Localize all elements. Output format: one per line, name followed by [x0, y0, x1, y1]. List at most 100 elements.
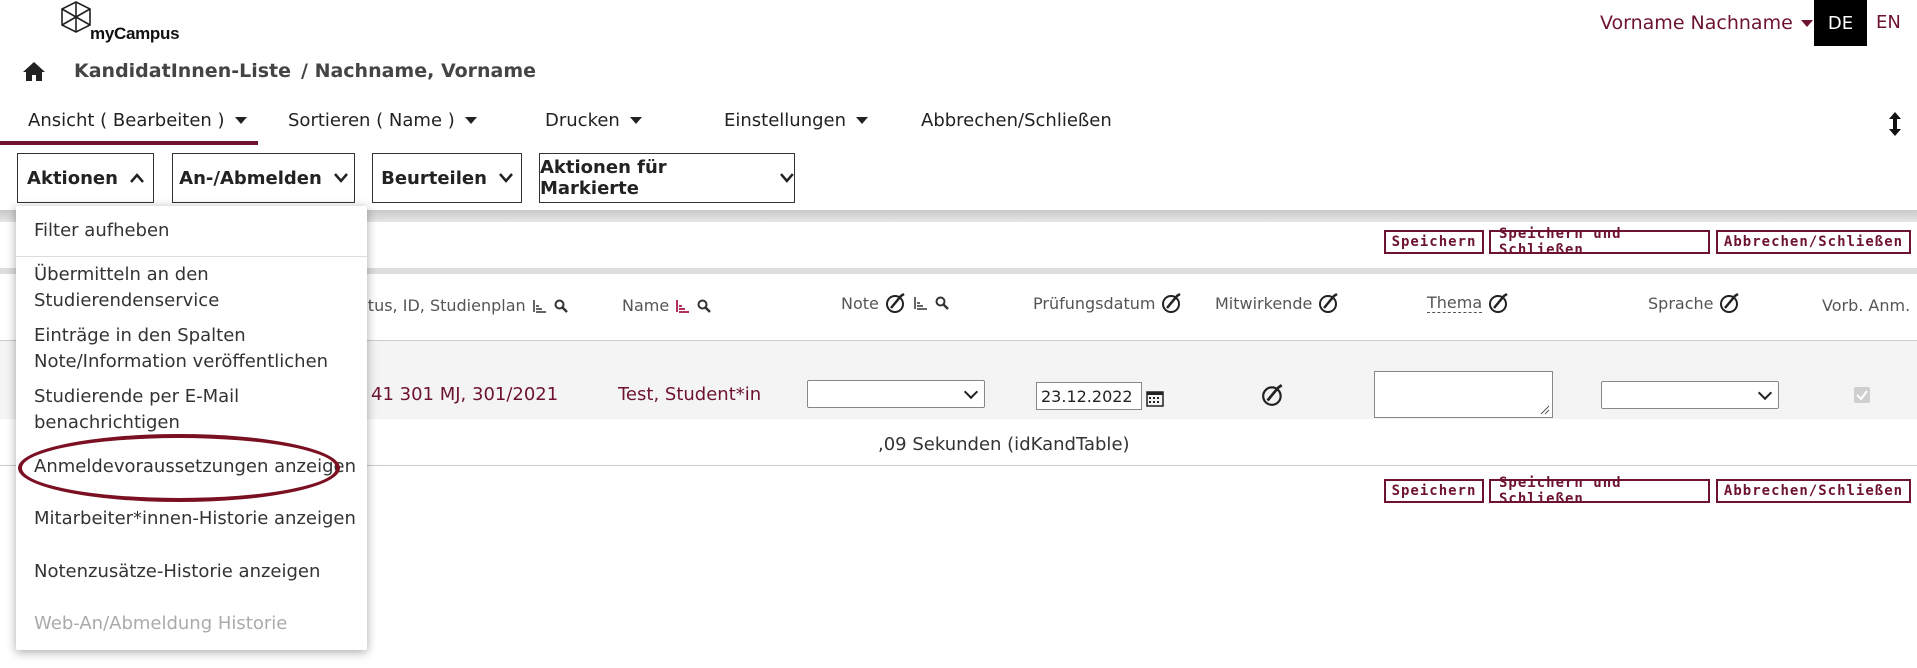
tab-einstellungen-label: Einstellungen: [724, 110, 847, 131]
lang-de-button[interactable]: DE: [1814, 0, 1867, 46]
save-close-button-top[interactable]: Speichern und Schließen: [1489, 226, 1710, 258]
sprache-select[interactable]: [1601, 381, 1779, 409]
tab-sortieren-label: Sortieren ( Name ): [288, 110, 455, 131]
row-status-id[interactable]: 41 301 MJ, 301/2021: [371, 384, 558, 405]
menu-item-email-benachrichtigen[interactable]: Studierende per E-Mail benachrichtigen: [34, 384, 239, 436]
cancel-close-button-bottom[interactable]: Abbrechen/Schließen: [1716, 479, 1911, 503]
col-header-mitwirkende-label: Mitwirkende: [1215, 293, 1313, 313]
sort-icon[interactable]: [913, 296, 929, 310]
menu-item-uebermitteln[interactable]: Übermitteln an den Studierendenservice: [34, 262, 219, 314]
tab-ansicht[interactable]: Ansicht ( Bearbeiten ): [28, 110, 247, 131]
caret-down-icon: [856, 117, 869, 124]
beurteilen-label: Beurteilen: [381, 167, 487, 189]
aktionen-markierte-button[interactable]: Aktionen für Markierte: [539, 153, 795, 203]
menu-item-email-line1: Studierende per E-Mail: [34, 386, 240, 407]
tab-drucken[interactable]: Drucken: [545, 110, 642, 131]
tab-abbrechen[interactable]: Abbrechen/Schließen: [921, 110, 1112, 131]
aktionen-button[interactable]: Aktionen: [17, 153, 154, 203]
chevron-up-icon: [129, 173, 144, 183]
table-timing-text: ,09 Sekunden (idKandTable): [878, 434, 1130, 455]
col-header-name-label: Name: [622, 296, 670, 315]
an-abmelden-label: An-/Abmelden: [179, 167, 322, 189]
aktionen-label: Aktionen: [27, 167, 118, 189]
menu-item-notenzusaetze-historie[interactable]: Notenzusätze-Historie anzeigen: [34, 559, 320, 585]
col-header-vorb-label: Vorb. Anm.: [1822, 296, 1911, 315]
sort-icon[interactable]: [675, 299, 691, 313]
edit-circle-icon[interactable]: [885, 292, 907, 314]
logo-text: myCampus: [90, 24, 180, 43]
col-header-name[interactable]: Name: [622, 296, 712, 315]
caret-down-icon: [234, 117, 247, 124]
save-button-top[interactable]: Speichern: [1384, 230, 1484, 254]
calendar-icon[interactable]: [1146, 389, 1164, 407]
highlight-annotation-ellipse: [18, 434, 340, 502]
breadcrumb-current: / Nachname, Vorname: [301, 60, 537, 82]
tab-sortieren[interactable]: Sortieren ( Name ): [288, 110, 477, 131]
user-name: Vorname Nachname: [1600, 12, 1793, 34]
home-icon[interactable]: [22, 60, 46, 82]
lang-en-button[interactable]: EN: [1876, 12, 1901, 33]
sort-icon[interactable]: [532, 299, 548, 313]
menu-item-eintraege-line2: Note/Information veröffentlichen: [34, 351, 329, 372]
col-header-sprache[interactable]: Sprache: [1648, 292, 1741, 314]
save-close-button-bottom[interactable]: Speichern und Schließen: [1489, 475, 1710, 507]
menu-item-eintraege-veroeffentlichen[interactable]: Einträge in den Spalten Note/Information…: [34, 323, 328, 375]
col-header-status-label: atus, ID, Studienplan: [358, 296, 526, 315]
col-header-mitwirkende[interactable]: Mitwirkende: [1215, 292, 1340, 314]
menu-item-eintraege-line1: Einträge in den Spalten: [34, 325, 246, 346]
chevron-down-icon: [1757, 385, 1773, 400]
aktionen-dropdown-menu: Filter aufheben Übermitteln an den Studi…: [16, 206, 367, 650]
edit-circle-icon[interactable]: [1488, 292, 1510, 314]
tab-abbrechen-label: Abbrechen/Schließen: [921, 110, 1112, 131]
cancel-close-button-top[interactable]: Abbrechen/Schließen: [1716, 230, 1911, 254]
menu-item-web-an-abmeldung-historie: Web-An/Abmeldung Historie: [34, 613, 288, 634]
search-icon[interactable]: [697, 299, 712, 313]
resize-handle-icon[interactable]: [1540, 405, 1550, 415]
col-header-date-label: Prüfungsdatum: [1033, 293, 1156, 313]
menu-item-filter-aufheben[interactable]: Filter aufheben: [34, 218, 169, 244]
an-abmelden-button[interactable]: An-/Abmelden: [172, 153, 355, 203]
check-icon: [1856, 390, 1868, 401]
caret-down-icon: [1800, 19, 1813, 27]
col-header-note-label: Note: [841, 293, 879, 313]
tab-drucken-label: Drucken: [545, 110, 620, 131]
col-header-status[interactable]: atus, ID, Studienplan: [358, 296, 568, 315]
menu-item-uebermitteln-line1: Übermitteln an den: [34, 264, 209, 285]
caret-down-icon: [464, 117, 477, 124]
save-button-bottom[interactable]: Speichern: [1384, 479, 1484, 503]
search-icon[interactable]: [935, 296, 949, 310]
tab-einstellungen[interactable]: Einstellungen: [724, 110, 869, 131]
menu-item-email-line2: benachrichtigen: [34, 412, 180, 433]
col-header-date[interactable]: Prüfungsdatum: [1033, 292, 1183, 314]
chevron-down-icon: [333, 173, 348, 183]
menu-separator: [16, 256, 367, 257]
breadcrumb: KandidatInnen-Liste / Nachname, Vorname: [22, 60, 536, 82]
edit-circle-icon[interactable]: [1161, 292, 1183, 314]
tab-ansicht-label: Ansicht ( Bearbeiten ): [28, 110, 225, 131]
col-header-thema-label: Thema: [1427, 293, 1483, 313]
col-header-note[interactable]: Note: [841, 292, 949, 314]
aktionen-markierte-label: Aktionen für Markierte: [540, 157, 667, 199]
col-header-thema[interactable]: Thema: [1427, 292, 1510, 314]
edit-circle-icon[interactable]: [1261, 383, 1285, 407]
pruefungsdatum-input[interactable]: 23.12.2022: [1036, 382, 1142, 410]
chevron-down-icon: [780, 173, 794, 183]
menu-item-uebermitteln-line2: Studierendenservice: [34, 290, 220, 311]
expand-vertical-icon[interactable]: [1888, 112, 1902, 136]
note-select[interactable]: [807, 380, 985, 408]
col-header-vorb: Vorb. Anm.: [1822, 296, 1910, 315]
search-icon[interactable]: [554, 299, 568, 313]
thema-textarea[interactable]: [1374, 371, 1553, 418]
row-name[interactable]: Test, Student*in: [618, 384, 761, 405]
vorb-anm-checkbox: [1854, 387, 1870, 403]
chevron-down-icon: [963, 384, 979, 399]
user-menu[interactable]: Vorname Nachname: [1600, 12, 1813, 34]
chevron-down-icon: [498, 173, 513, 183]
edit-circle-icon[interactable]: [1719, 292, 1741, 314]
beurteilen-button[interactable]: Beurteilen: [372, 153, 522, 203]
caret-down-icon: [629, 117, 642, 124]
col-header-sprache-label: Sprache: [1648, 293, 1714, 313]
menu-item-mitarbeiter-historie[interactable]: Mitarbeiter*innen-Historie anzeigen: [34, 506, 356, 532]
breadcrumb-list[interactable]: KandidatInnen-Liste: [74, 60, 291, 82]
edit-circle-icon[interactable]: [1318, 292, 1340, 314]
